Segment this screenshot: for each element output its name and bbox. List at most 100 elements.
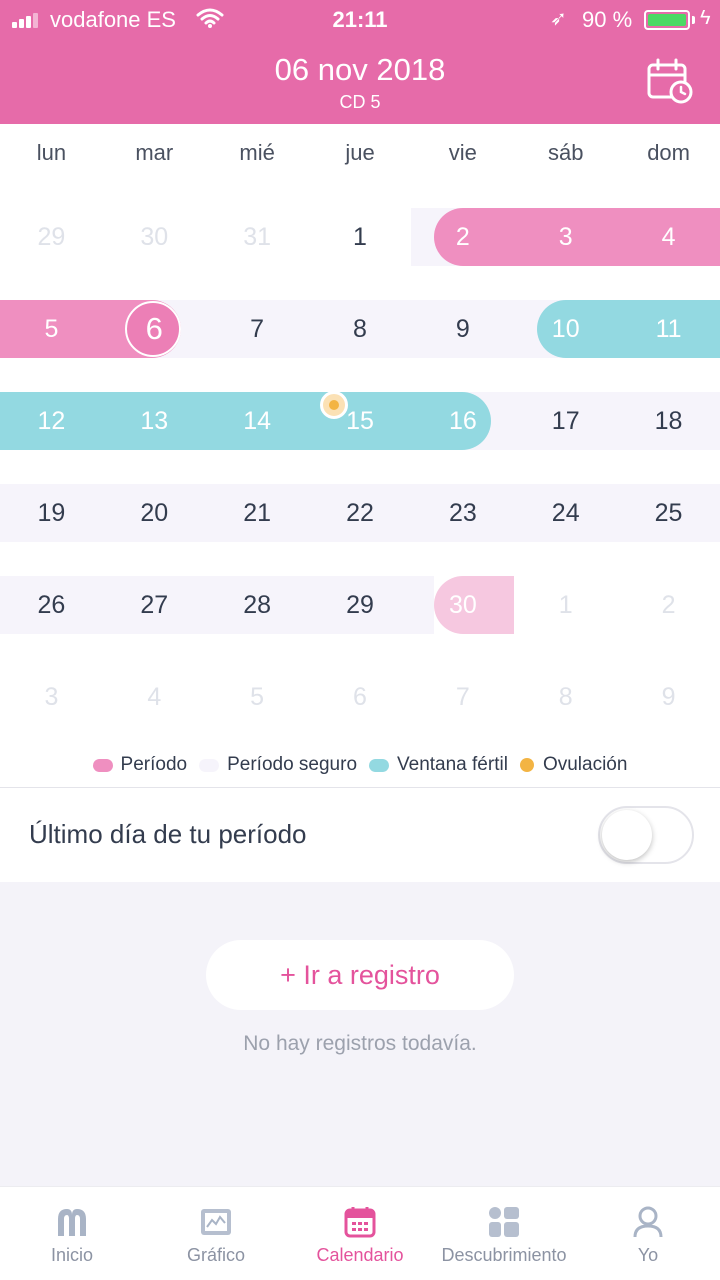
day-cell[interactable]: 30	[103, 208, 206, 266]
legend-safe: Período seguro	[199, 754, 357, 776]
day-cell[interactable]: 14	[206, 392, 309, 450]
day-cell[interactable]: 29	[309, 576, 412, 634]
weekday-label: mié	[239, 140, 275, 165]
legend-period: Período	[92, 754, 188, 776]
last-period-day-label: Último día de tu período	[29, 819, 307, 849]
day-cell[interactable]: 4	[103, 668, 206, 726]
day-cell[interactable]: 5	[206, 668, 309, 726]
empty-records-text: No hay registros todavía.	[243, 1032, 477, 1055]
day-cell[interactable]: 7	[411, 668, 514, 726]
calendar-clock-icon[interactable]	[646, 58, 694, 104]
day-cell[interactable]: 9	[411, 300, 514, 358]
day-cell[interactable]: 17	[514, 392, 617, 450]
day-cell[interactable]: 6	[309, 668, 412, 726]
day-cell[interactable]: 25	[617, 484, 720, 542]
day-cell[interactable]: 1	[309, 208, 412, 266]
day-cell[interactable]: 19	[0, 484, 103, 542]
last-period-day-toggle[interactable]	[598, 806, 694, 864]
battery-tip	[692, 16, 695, 24]
tab-label: Calendario	[316, 1245, 404, 1265]
last-period-day-row: Último día de tu período	[0, 788, 720, 882]
tab-calendario[interactable]: Calendario	[288, 1187, 432, 1280]
weekday-label: dom	[647, 140, 690, 165]
weekday-label: mar	[135, 140, 174, 165]
tab-descubrimiento[interactable]: Descubrimiento	[432, 1187, 576, 1280]
calendar-week: 29 30 31 1 2 3 4	[0, 208, 720, 266]
day-cell[interactable]: 28	[206, 576, 309, 634]
calendar-week: 3 4 5 6 7 8 9	[0, 668, 720, 726]
day-cell[interactable]: 7	[206, 300, 309, 358]
day-cell[interactable]: 18	[617, 392, 720, 450]
go-to-log-button[interactable]: + Ir a registro	[206, 940, 514, 1010]
weekday-label: sáb	[547, 140, 584, 165]
day-cell[interactable]: 4	[617, 208, 720, 266]
day-cell[interactable]: 13	[103, 392, 206, 450]
calendar-week: 5 6 7 8 9 10 11	[0, 300, 720, 358]
cycle-day: CD 5	[339, 92, 381, 112]
day-cell[interactable]: 3	[514, 208, 617, 266]
charging-bolt-icon: ϟ	[700, 7, 711, 29]
chart-icon	[201, 1209, 231, 1235]
day-cell[interactable]: 26	[0, 576, 103, 634]
location-arrow-icon: ➶	[550, 8, 567, 30]
legend-label: Ventana fértil	[397, 754, 508, 775]
day-cell[interactable]: 21	[206, 484, 309, 542]
day-cell[interactable]: 1	[514, 576, 617, 634]
tab-label: Yo	[637, 1245, 659, 1265]
legend-fertile: Ventana fértil	[369, 754, 508, 776]
calendar-week: 19 20 21 22 23 24 25	[0, 484, 720, 542]
day-cell[interactable]: 16	[411, 392, 514, 450]
user-icon	[633, 1206, 663, 1238]
day-cell[interactable]: 23	[411, 484, 514, 542]
legend-label: Período seguro	[227, 754, 358, 775]
legend-label: Ovulación	[542, 754, 628, 775]
day-cell[interactable]: 10	[514, 300, 617, 358]
home-icon	[58, 1209, 86, 1236]
day-cell[interactable]: 27	[103, 576, 206, 634]
tab-bar: Inicio Gráfico Calendario Descubrimiento	[0, 1186, 720, 1280]
weekday-label: lun	[36, 140, 67, 165]
day-cell[interactable]: 2	[411, 208, 514, 266]
toggle-knob	[602, 810, 652, 860]
day-cell-today[interactable]: 6	[103, 300, 206, 358]
tab-grafico[interactable]: Gráfico	[144, 1187, 288, 1280]
calendar-week: 12 13 14 15 16 17 18	[0, 392, 720, 450]
day-cell[interactable]: 31	[206, 208, 309, 266]
day-cell[interactable]: 8	[309, 300, 412, 358]
tab-label: Descubrimiento	[441, 1245, 567, 1265]
day-cell[interactable]: 9	[617, 668, 720, 726]
day-cell[interactable]: 8	[514, 668, 617, 726]
day-cell[interactable]: 3	[0, 668, 103, 726]
day-cell[interactable]: 12	[0, 392, 103, 450]
battery-percent: 90 %	[582, 7, 633, 32]
header-bar: vodafone ES 21:11 ➶ 90 % ϟ 06 nov 2018 C…	[0, 0, 720, 124]
fertile-swatch-icon	[369, 758, 390, 772]
day-cell[interactable]: 20	[103, 484, 206, 542]
day-cell[interactable]: 24	[514, 484, 617, 542]
day-cell[interactable]: 22	[309, 484, 412, 542]
ovulation-icon	[320, 391, 348, 419]
weekday-label: vie	[448, 140, 477, 165]
calendar-legend: Período Período seguro Ventana fértil Ov…	[0, 748, 720, 782]
ovulation-swatch-icon	[519, 758, 534, 772]
day-cell[interactable]: 2	[617, 576, 720, 634]
status-bar: vodafone ES 21:11 ➶ 90 % ϟ	[0, 0, 720, 40]
calendar-week: 26 27 28 29 30 1 2	[0, 576, 720, 634]
day-cell[interactable]: 29	[0, 208, 103, 266]
weekday-label: jue	[345, 140, 375, 165]
tab-inicio[interactable]: Inicio	[0, 1187, 144, 1280]
day-cell[interactable]: 30	[411, 576, 514, 634]
period-swatch-icon	[92, 758, 113, 772]
calendar-icon	[344, 1207, 376, 1238]
legend-ovulation: Ovulación	[519, 754, 628, 776]
tab-label: Inicio	[50, 1245, 94, 1265]
records-section: + Ir a registro No hay registros todavía…	[0, 882, 720, 1186]
header-date: 06 nov 2018	[274, 52, 446, 87]
legend-label: Período	[120, 754, 188, 775]
weekday-header: lun mar mié jue vie sáb dom	[0, 124, 720, 182]
safe-swatch-icon	[199, 758, 220, 772]
day-cell[interactable]: 5	[0, 300, 103, 358]
day-cell[interactable]: 11	[617, 300, 720, 358]
battery-icon	[644, 10, 690, 30]
tab-yo[interactable]: Yo	[576, 1187, 720, 1280]
